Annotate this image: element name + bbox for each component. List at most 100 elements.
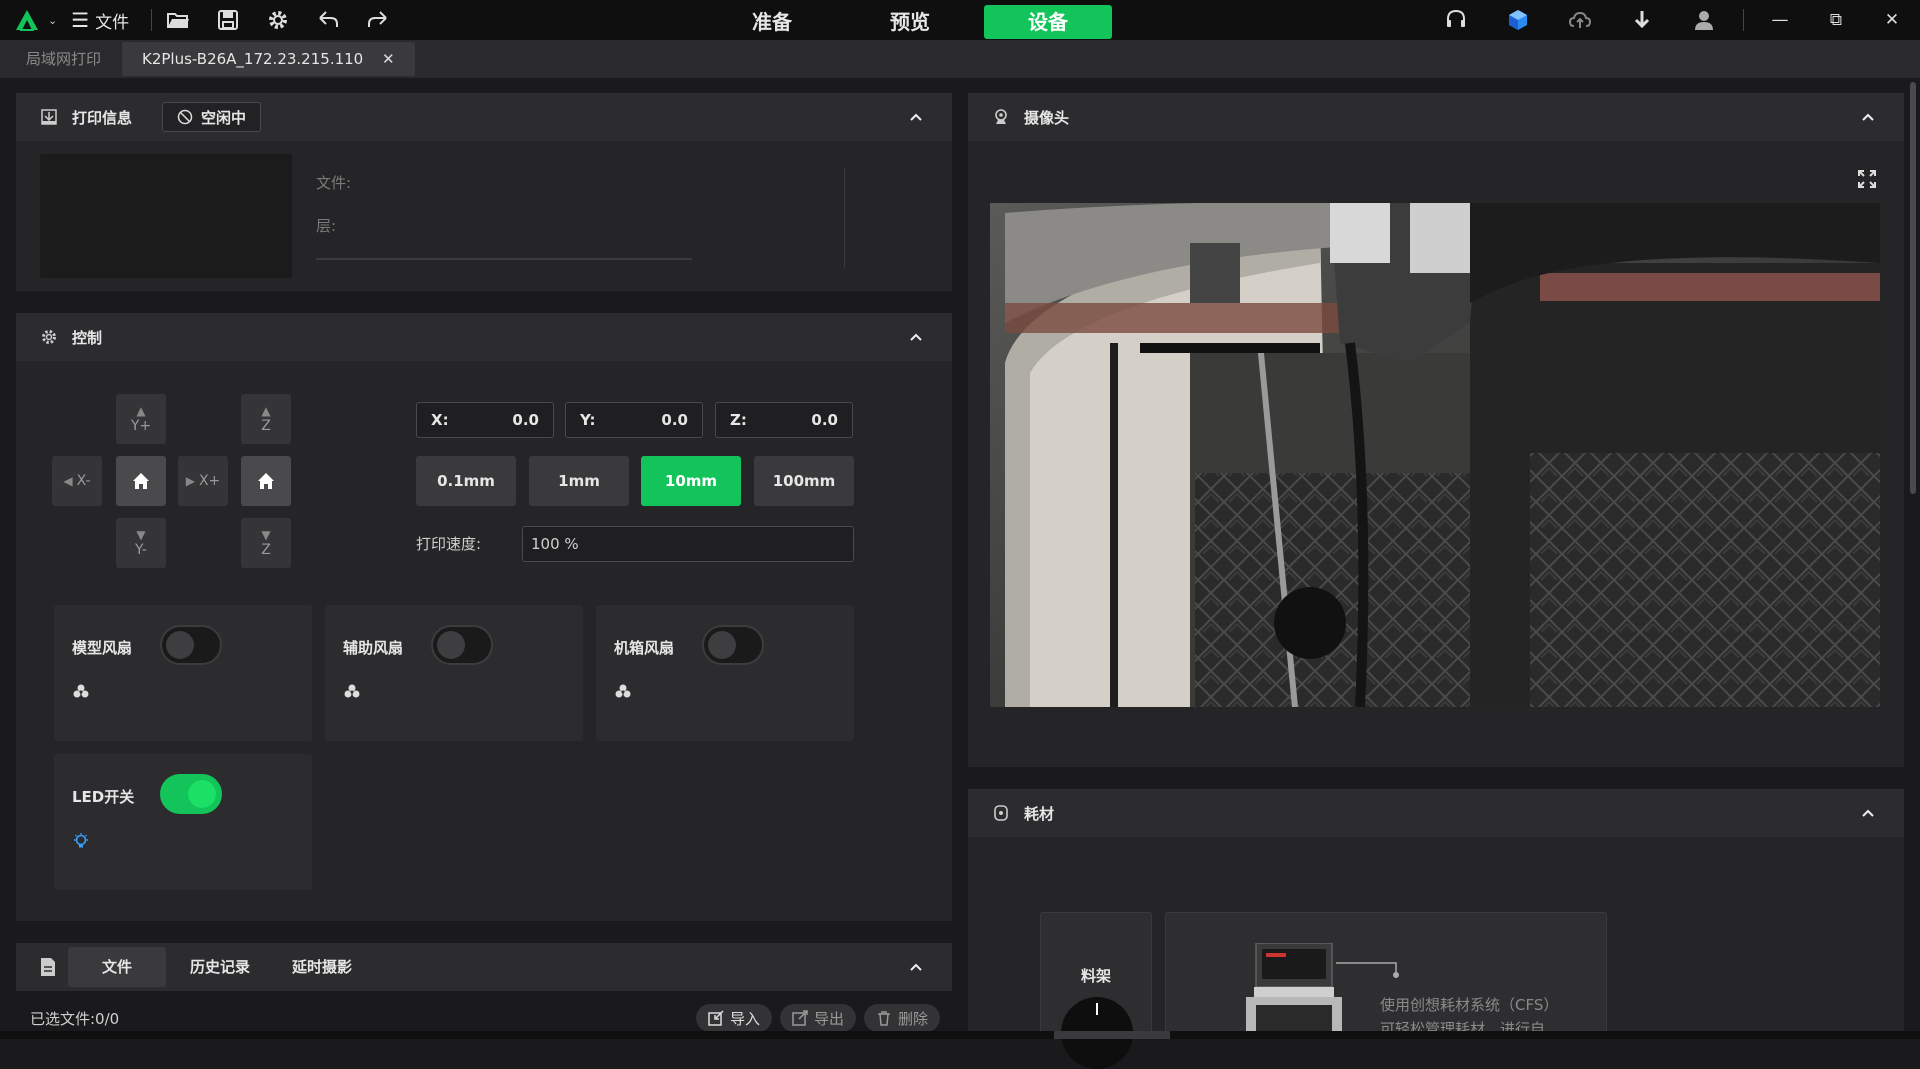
- redo-icon[interactable]: [366, 8, 390, 32]
- coord-value: 0.0: [811, 411, 838, 429]
- file-menu-label: 文件: [95, 12, 130, 33]
- save-icon[interactable]: [216, 8, 240, 32]
- app-logo-icon[interactable]: [14, 8, 44, 32]
- arrow-right-icon: ▶: [185, 474, 195, 488]
- minimize-icon[interactable]: —: [1752, 0, 1808, 40]
- home-icon: [133, 473, 149, 489]
- tab-device[interactable]: 设备: [984, 5, 1112, 39]
- chamber-fan-card: 机箱风扇: [596, 605, 854, 741]
- chamber-fan-toggle[interactable]: [702, 625, 764, 665]
- close-tab-icon[interactable]: ✕: [382, 50, 395, 68]
- print-info-header: 打印信息 空闲中: [16, 93, 952, 141]
- user-avatar-icon[interactable]: [1673, 0, 1735, 40]
- collapse-chevron-icon[interactable]: [908, 959, 924, 975]
- tab-preview[interactable]: 预览: [846, 5, 974, 39]
- collapse-chevron-icon[interactable]: [908, 109, 924, 125]
- print-speed-label: 打印速度:: [416, 535, 482, 553]
- export-button[interactable]: 导出: [780, 1004, 857, 1032]
- jog-x-plus-button[interactable]: ▶ X+: [178, 456, 228, 506]
- status-badge: 空闲中: [162, 102, 262, 132]
- delete-button[interactable]: 删除: [864, 1004, 941, 1032]
- jog-label: Y+: [130, 418, 152, 434]
- led-card: LED开关: [54, 754, 312, 890]
- files-panel-header: 文件 历史记录 延时摄影: [16, 943, 952, 991]
- led-toggle[interactable]: [160, 774, 222, 814]
- import-label: 导入: [730, 1009, 761, 1028]
- tab-label: 局域网打印: [26, 50, 102, 68]
- jog-z-down-button[interactable]: ▼ Z: [241, 518, 291, 568]
- export-label: 导出: [814, 1009, 845, 1028]
- restore-icon[interactable]: ⧉: [1808, 0, 1864, 40]
- open-folder-icon[interactable]: [166, 8, 190, 32]
- jog-label: X+: [198, 473, 221, 489]
- jog-x-minus-button[interactable]: ◀ X-: [52, 456, 102, 506]
- arrow-down-icon: ▼: [261, 528, 271, 542]
- jog-z-up-button[interactable]: ▲ Z: [241, 394, 291, 444]
- model-fan-toggle[interactable]: [160, 625, 222, 665]
- headset-support-icon[interactable]: [1425, 0, 1487, 40]
- panel-title: 耗材: [1024, 804, 1055, 823]
- layer-label: 层:: [316, 217, 337, 235]
- download-icon[interactable]: [1611, 0, 1673, 40]
- spool-marker: [1096, 1003, 1098, 1015]
- rack-label: 料架: [1080, 967, 1111, 985]
- tab-timelapse[interactable]: 延时摄影: [272, 947, 372, 987]
- printer-info-icon: [40, 108, 58, 126]
- cfs-promo-card[interactable]: 使用创想耗材系统（CFS） 可轻松管理耗材，进行自: [1165, 912, 1607, 1039]
- prohibited-icon: [177, 109, 193, 125]
- tab-prepare[interactable]: 准备: [708, 5, 836, 39]
- import-icon: [708, 1010, 724, 1026]
- divider: [1743, 9, 1744, 31]
- title-bar: ⌄ ☰ 文件 准备 预览 设备 — ⧉ ✕: [0, 0, 1920, 40]
- collapse-chevron-icon[interactable]: [1860, 805, 1876, 821]
- status-strip-segment: [1054, 1031, 1170, 1039]
- home-z-button[interactable]: [241, 456, 291, 506]
- jog-y-plus-button[interactable]: ▲ Y+: [116, 394, 166, 444]
- arrow-left-icon: ◀: [63, 474, 73, 488]
- coord-axis: Y:: [580, 411, 596, 429]
- model-cube-icon[interactable]: [1487, 0, 1549, 40]
- status-text: 空闲中: [201, 108, 247, 127]
- jog-label: Z: [261, 542, 271, 558]
- cloud-upload-icon[interactable]: [1549, 0, 1611, 40]
- fan-icon: [73, 684, 89, 698]
- collapse-chevron-icon[interactable]: [908, 329, 924, 345]
- tab-history[interactable]: 历史记录: [164, 947, 276, 987]
- collapse-chevron-icon[interactable]: [1860, 109, 1876, 125]
- z-coordinate-field: Z: 0.0: [715, 402, 853, 438]
- camera-feed-image: [990, 203, 1880, 707]
- cfs-line-1: 使用创想耗材系统（CFS）: [1380, 996, 1559, 1014]
- import-button[interactable]: 导入: [696, 1004, 773, 1032]
- aux-fan-card: 辅助风扇: [325, 605, 583, 741]
- step-1mm-button[interactable]: 1mm: [529, 456, 629, 506]
- step-100mm-button[interactable]: 100mm: [754, 456, 854, 506]
- jog-y-minus-button[interactable]: ▼ Y-: [116, 518, 166, 568]
- tab-files[interactable]: 文件: [68, 947, 167, 987]
- tab-label: K2Plus-B26A_172.23.215.110: [142, 50, 364, 68]
- divider: [844, 168, 845, 268]
- aux-fan-toggle[interactable]: [431, 625, 493, 665]
- close-icon[interactable]: ✕: [1864, 0, 1920, 40]
- print-speed-input[interactable]: 100 %: [522, 526, 854, 562]
- tab-lan-print[interactable]: 局域网打印: [6, 42, 121, 76]
- home-xy-button[interactable]: [116, 456, 166, 506]
- main-nav-tabs: 准备 预览 设备: [708, 5, 1122, 39]
- tab-printer-device[interactable]: K2Plus-B26A_172.23.215.110 ✕: [122, 42, 415, 76]
- step-0-1mm-button[interactable]: 0.1mm: [416, 456, 516, 506]
- fullscreen-expand-icon[interactable]: [1858, 170, 1876, 188]
- model-thumbnail: [40, 154, 292, 278]
- undo-icon[interactable]: [316, 8, 340, 32]
- delete-label: 删除: [898, 1009, 929, 1028]
- coord-axis: Z:: [730, 411, 747, 429]
- step-10mm-button[interactable]: 10mm: [641, 456, 741, 506]
- file-menu-button[interactable]: ☰ 文件: [71, 8, 129, 33]
- page-scrollbar[interactable]: [1910, 82, 1916, 494]
- toggle-knob: [708, 631, 736, 659]
- fan-label: 机箱风扇: [614, 639, 675, 657]
- settings-gear-icon[interactable]: [266, 8, 290, 32]
- app-menu-chevron-icon[interactable]: ⌄: [48, 14, 57, 27]
- fan-icon: [344, 684, 360, 698]
- rack-spool-card[interactable]: 料架: [1040, 912, 1152, 1069]
- filament-spool-icon: [992, 804, 1010, 822]
- panel-title: 摄像头: [1024, 108, 1070, 127]
